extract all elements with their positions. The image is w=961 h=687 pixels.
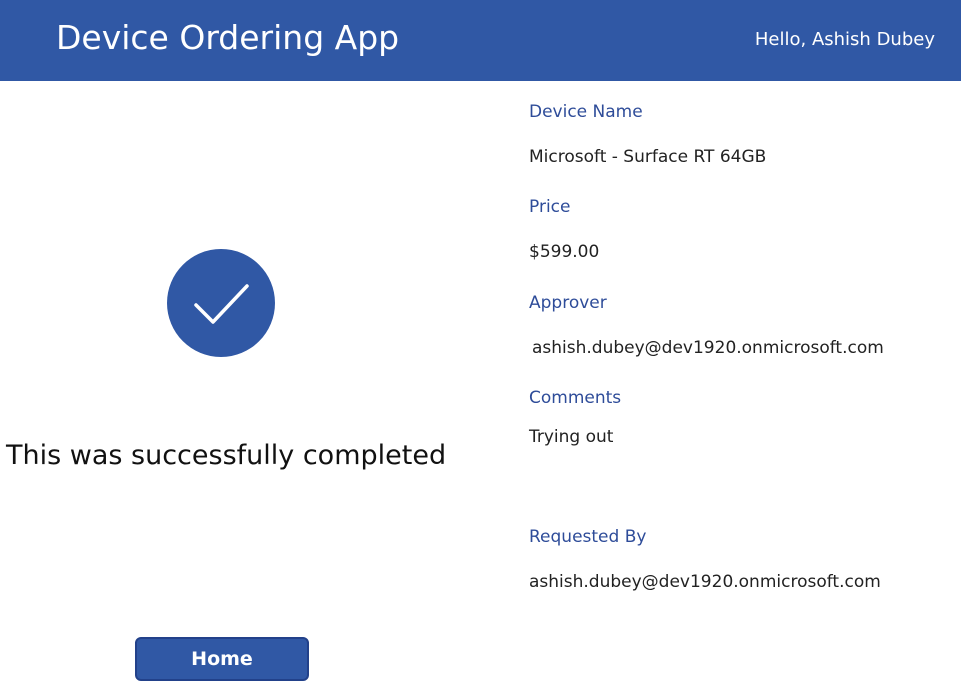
user-greeting: Hello, Ashish Dubey (754, 29, 935, 50)
requested-by-value: ashish.dubey@dev1920.onmicrosoft.com (529, 572, 881, 592)
checkmark-circle-icon (167, 249, 275, 357)
home-button[interactable]: Home (135, 637, 309, 681)
comments-value: Trying out (529, 427, 614, 447)
app-header: Device Ordering App Hello, Ashish Dubey (0, 0, 961, 81)
price-label: Price (529, 197, 571, 217)
price-value: $599.00 (529, 242, 600, 262)
approver-value: ashish.dubey@dev1920.onmicrosoft.com (532, 338, 884, 358)
app-title: Device Ordering App (56, 18, 400, 57)
checkmark-icon (194, 284, 249, 324)
requested-by-label: Requested By (529, 527, 647, 547)
comments-label: Comments (529, 388, 622, 408)
device-name-value: Microsoft - Surface RT 64GB (529, 147, 767, 167)
device-name-label: Device Name (529, 102, 643, 122)
success-message: This was successfully completed (6, 440, 447, 471)
approver-label: Approver (529, 293, 607, 313)
